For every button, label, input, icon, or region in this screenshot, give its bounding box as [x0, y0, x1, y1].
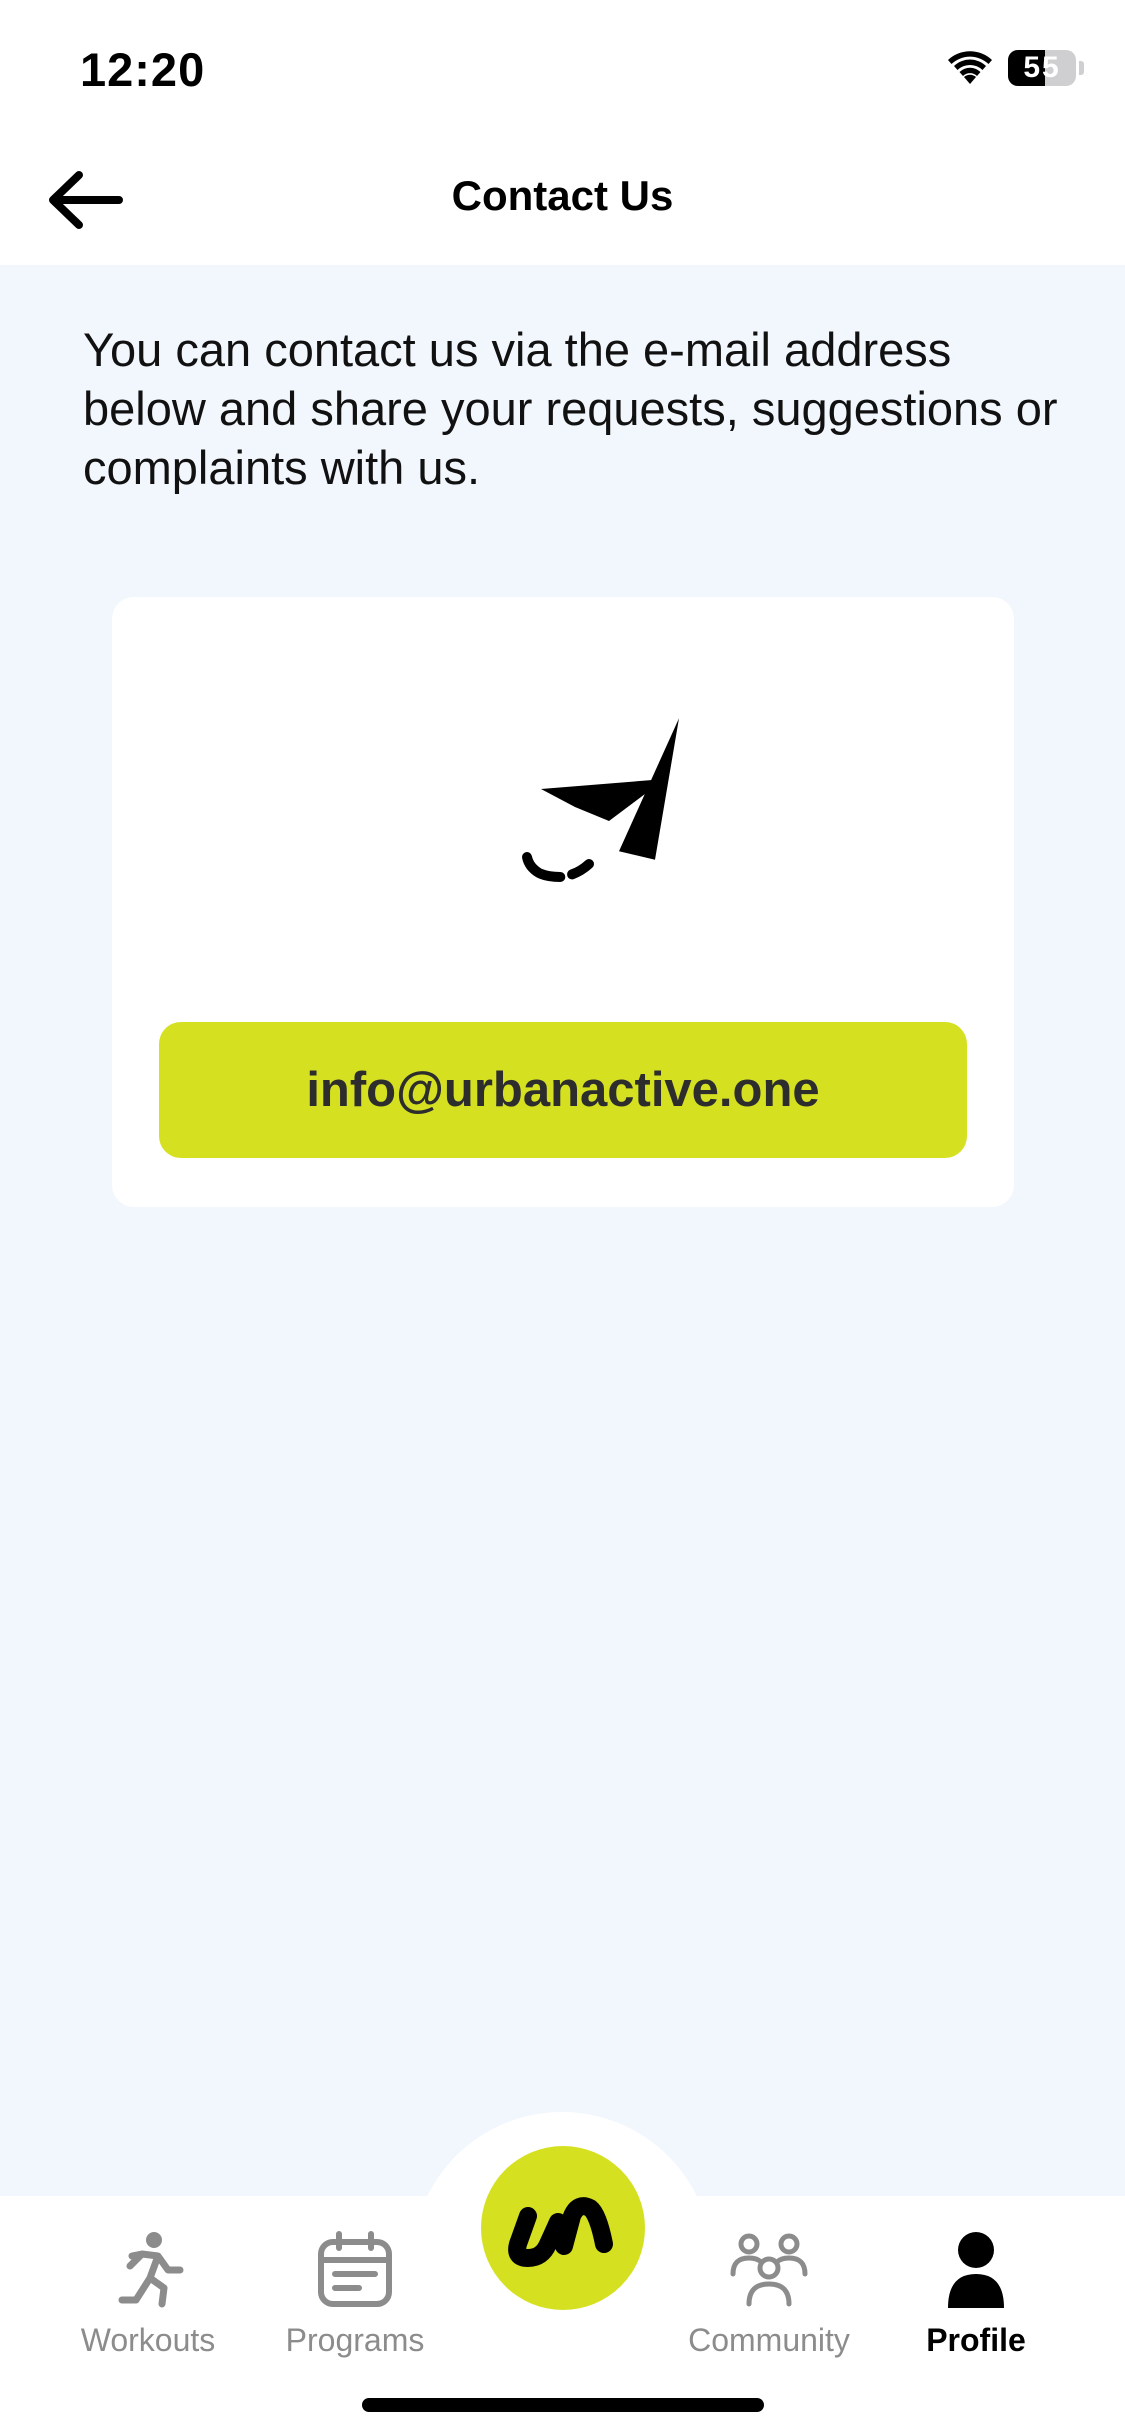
email-button[interactable]: info@urbanactive.one [159, 1022, 967, 1158]
tab-label: Profile [926, 2322, 1026, 2358]
battery-icon: 55 [1008, 50, 1076, 86]
running-person-icon [118, 2232, 184, 2308]
tab-community[interactable]: Community [669, 2230, 869, 2370]
status-time: 12:20 [80, 43, 206, 96]
tab-profile[interactable]: Profile [876, 2230, 1076, 2370]
contact-card: info@urbanactive.one [112, 597, 1014, 1207]
people-group-icon [730, 2233, 808, 2307]
paper-plane-icon [522, 718, 679, 883]
nav-header: Contact Us [0, 135, 1125, 265]
battery-level: 55 [1023, 51, 1061, 84]
tab-label: Community [688, 2322, 850, 2358]
wifi-icon [948, 51, 992, 84]
status-bar: 12:20 55 [0, 0, 1125, 135]
home-indicator [362, 2398, 764, 2412]
page-title: Contact Us [451, 172, 674, 219]
intro-text: You can contact us via the e-mail addres… [83, 323, 1058, 494]
tab-label: Workouts [80, 2322, 216, 2358]
tab-label: Programs [285, 2322, 425, 2358]
urbanactive-logo-icon [508, 2197, 613, 2267]
person-icon [948, 2232, 1004, 2308]
tab-programs[interactable]: Programs [255, 2230, 455, 2370]
calendar-icon [318, 2231, 392, 2307]
center-home-button[interactable] [481, 2146, 645, 2310]
tab-workouts[interactable]: Workouts [48, 2230, 248, 2370]
